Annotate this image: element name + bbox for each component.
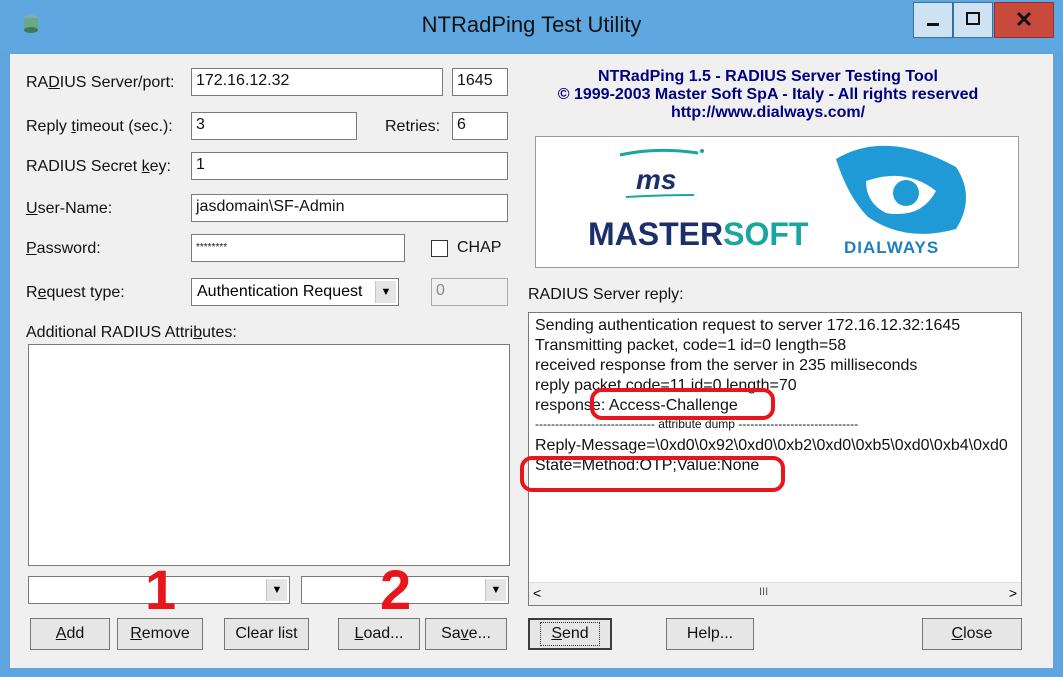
secret-key-label: RADIUS Secret key:	[26, 158, 171, 175]
scroll-thumb-grip[interactable]: III	[759, 586, 768, 598]
maximize-button[interactable]	[953, 2, 993, 38]
horizontal-scrollbar[interactable]: < III >	[529, 582, 1021, 605]
clear-list-button[interactable]: Clear list	[224, 618, 309, 650]
server-address-input[interactable]: 172.16.12.32	[191, 68, 443, 96]
request-id-input: 0	[431, 278, 508, 306]
close-window-button[interactable]	[994, 2, 1054, 38]
request-type-value: Authentication Request	[197, 283, 363, 300]
request-type-label: Request type:	[26, 284, 125, 301]
add-button[interactable]: Add	[30, 618, 110, 650]
logo-panel: ms MASTERSOFT DIALWAYS	[535, 136, 1019, 268]
help-button[interactable]: Help...	[666, 618, 754, 650]
server-reply-label: RADIUS Server reply:	[528, 286, 684, 303]
state-highlight	[520, 456, 785, 492]
send-button[interactable]: Send	[528, 618, 612, 650]
secret-key-input[interactable]: 1	[191, 152, 508, 180]
username-label: User-Name:	[26, 200, 113, 217]
server-port-label: RADIUS Server/port:	[26, 74, 175, 91]
dialways-logo-text: DIALWAYS	[844, 238, 939, 257]
save-button[interactable]: Sa v e...	[425, 618, 507, 650]
chevron-down-icon[interactable]: ▼	[485, 579, 506, 601]
ntradping-window: NTRadPing Test Utility RADIUS Server/por…	[0, 0, 1063, 677]
reply-line: Transmitting packet, code=1 id=0 length=…	[535, 337, 847, 354]
password-label: Password:	[26, 240, 101, 257]
chevron-down-icon[interactable]: ▼	[266, 579, 287, 601]
reply-line: Sending authentication request to server…	[535, 317, 961, 334]
minimize-button[interactable]	[913, 2, 953, 38]
request-type-select[interactable]: Authentication Request ▼	[191, 278, 399, 306]
about-copyright: © 1999-2003 Master Soft SpA - Italy - Al…	[557, 86, 979, 103]
reply-timeout-label: Reply timeout (sec.):	[26, 118, 173, 135]
annotation-number-1: 1	[145, 558, 177, 621]
chap-label: CHAP	[457, 239, 502, 256]
maximize-icon	[966, 12, 980, 25]
reply-line: Reply-Message=\0xd0\0x92\0xd0\0xb2\0xd0\…	[535, 437, 1008, 454]
additional-attributes-list[interactable]	[28, 344, 510, 566]
server-port-input[interactable]: 1645	[452, 68, 508, 96]
about-title: NTRadPing 1.5 - RADIUS Server Testing To…	[598, 68, 938, 85]
reply-line: received response from the server in 235…	[535, 357, 918, 374]
window-title: NTRadPing Test Utility	[421, 12, 642, 37]
close-icon	[1016, 11, 1032, 27]
scroll-right-icon[interactable]: >	[1009, 585, 1017, 601]
about-url[interactable]: http://www.dialways.com/	[530, 104, 1006, 122]
chap-checkbox[interactable]	[431, 240, 448, 257]
additional-attributes-label: Additional RADIUS Attributes:	[26, 324, 237, 341]
annotation-number-2: 2	[380, 558, 412, 621]
dialways-logo: DIALWAYS	[836, 145, 966, 257]
chevron-down-icon[interactable]: ▼	[375, 281, 396, 303]
close-button[interactable]: Close	[922, 618, 1022, 650]
remove-button[interactable]: Remove	[117, 618, 203, 650]
retries-label: Retries:	[385, 118, 441, 135]
username-input[interactable]: jasdomain\SF-Admin	[191, 194, 508, 222]
title-bar[interactable]: NTRadPing Test Utility	[0, 0, 1063, 52]
client-area: RADIUS Server/port: 172.16.12.32 1645 Re…	[10, 54, 1053, 668]
scroll-left-icon[interactable]: <	[533, 585, 541, 601]
response-highlight	[590, 388, 775, 420]
load-button[interactable]: Load...	[338, 618, 420, 650]
reply-timeout-input[interactable]: 3	[191, 112, 357, 140]
retries-input[interactable]: 6	[452, 112, 508, 140]
minimize-icon	[927, 23, 939, 26]
password-input[interactable]: ********	[191, 234, 405, 262]
